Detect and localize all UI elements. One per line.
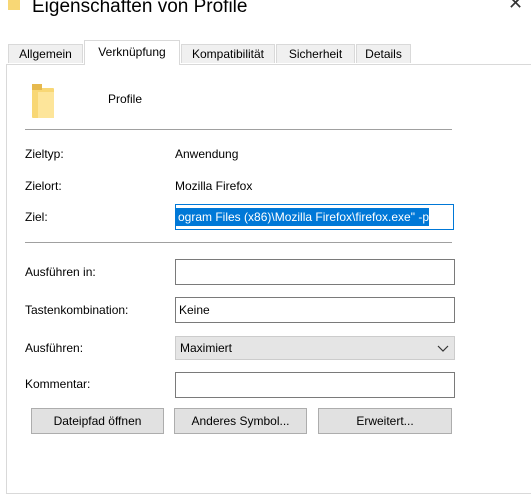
separator xyxy=(25,129,452,130)
tab-details[interactable]: Details xyxy=(356,44,411,63)
shortcut-name: Profile xyxy=(108,92,143,106)
open-file-location-button[interactable]: Dateipfad öffnen xyxy=(31,408,164,434)
comment-label: Kommentar: xyxy=(25,377,91,391)
target-input[interactable]: ogram Files (x86)\Mozilla Firefox\firefo… xyxy=(175,204,454,230)
change-icon-button[interactable]: Anderes Symbol... xyxy=(174,408,307,434)
target-type-value: Anwendung xyxy=(175,147,239,161)
target-type-label: Zieltyp: xyxy=(25,147,64,161)
tab-bar: Allgemein Verknüpfung Kompatibilität Sic… xyxy=(0,40,531,65)
title-bar: Eigenschaften von Profile ✕ xyxy=(0,0,531,30)
tab-shortcut[interactable]: Verknüpfung xyxy=(84,40,180,65)
run-select[interactable]: Maximiert xyxy=(175,336,455,360)
target-label: Ziel: xyxy=(25,210,48,224)
comment-input[interactable] xyxy=(175,372,455,398)
hotkey-label: Tastenkombination: xyxy=(25,303,129,317)
folder-icon xyxy=(32,84,54,118)
start-in-input[interactable] xyxy=(175,259,455,285)
target-input-text: ogram Files (x86)\Mozilla Firefox\firefo… xyxy=(176,208,429,226)
tab-general[interactable]: Allgemein xyxy=(8,44,83,63)
folder-icon xyxy=(8,0,20,10)
separator xyxy=(25,242,452,243)
tab-compatibility[interactable]: Kompatibilität xyxy=(181,44,275,63)
target-location-value: Mozilla Firefox xyxy=(175,179,253,193)
close-icon[interactable]: ✕ xyxy=(500,0,531,18)
target-location-label: Zielort: xyxy=(25,179,62,193)
tab-security[interactable]: Sicherheit xyxy=(276,44,355,63)
advanced-button[interactable]: Erweitert... xyxy=(318,408,452,434)
start-in-label: Ausführen in: xyxy=(25,265,96,279)
run-label: Ausführen: xyxy=(25,341,84,355)
window-title: Eigenschaften von Profile xyxy=(32,0,248,17)
chevron-down-icon xyxy=(437,345,449,352)
hotkey-input[interactable]: Keine xyxy=(175,297,455,323)
run-select-value: Maximiert xyxy=(180,341,233,355)
